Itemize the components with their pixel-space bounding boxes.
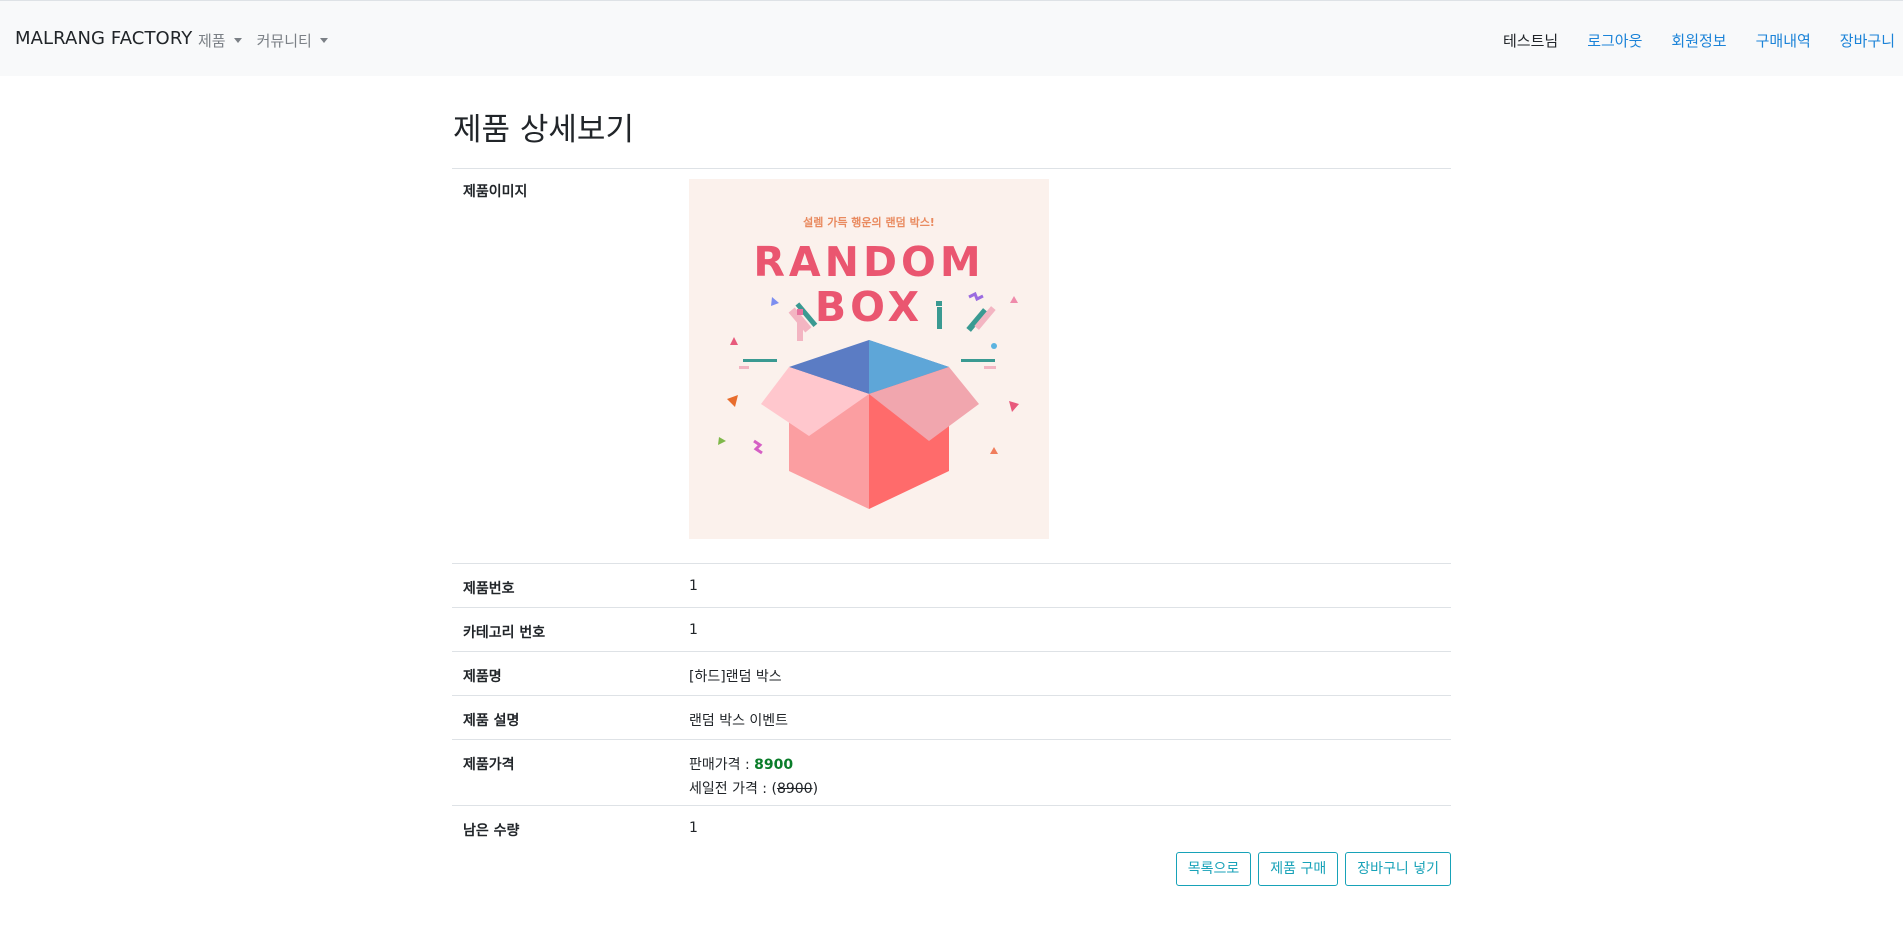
random-box-illustration: 설렘 가득 행운의 랜덤 박스! RANDOM BOX xyxy=(689,179,1049,539)
original-price-label: 세일전 가격 : xyxy=(689,781,768,797)
user-greeting: 테스트님 xyxy=(1502,32,1559,50)
original-price-close: ) xyxy=(812,781,819,797)
page-title: 제품 상세보기 xyxy=(453,112,634,148)
action-buttons: 목록으로 제품 구매 장바구니 넣기 xyxy=(1175,852,1451,886)
member-info-link[interactable]: 회원정보 xyxy=(1671,30,1726,51)
back-to-list-button[interactable]: 목록으로 xyxy=(1175,852,1252,886)
chevron-down-icon xyxy=(319,38,328,43)
table-row: 남은 수량 1 xyxy=(452,805,1451,850)
product-description-value: 랜덤 박스 이벤트 xyxy=(689,695,1451,740)
buy-product-button[interactable]: 제품 구매 xyxy=(1258,852,1339,886)
image-label: 제품이미지 xyxy=(452,168,689,564)
table-row: 제품이미지 설렘 가득 행운의 랜덤 박스! RANDOM BOX xyxy=(452,168,1451,564)
stock-value: 1 xyxy=(689,805,1451,850)
product-number-label: 제품번호 xyxy=(452,563,689,608)
product-price-label: 제품가격 xyxy=(452,739,689,806)
top-navbar: MALRANG FACTORY 제품 커뮤니티 테스트님 로그아웃 회원정보 구… xyxy=(0,0,1903,76)
table-row: 제품가격 판매가격 : 8900 세일전 가격 : (8900) xyxy=(452,739,1451,806)
nav-menus: 제품 커뮤니티 xyxy=(198,30,328,51)
image-title-line1: RANDOM xyxy=(753,238,984,286)
add-to-cart-button[interactable]: 장바구니 넣기 xyxy=(1345,852,1451,886)
sale-price-label: 판매가격 : xyxy=(689,757,750,773)
category-number-label: 카테고리 번호 xyxy=(452,607,689,652)
table-row: 제품명 [하드]랜덤 박스 xyxy=(452,651,1451,696)
image-tagline: 설렘 가득 행운의 랜덤 박스! xyxy=(803,215,935,229)
brand-logo[interactable]: MALRANG FACTORY xyxy=(15,28,192,49)
purchase-history-link[interactable]: 구매내역 xyxy=(1756,30,1811,51)
original-price: 8900 xyxy=(776,781,813,797)
nav-user-links: 테스트님 로그아웃 회원정보 구매내역 장바구니 xyxy=(1503,30,1895,51)
menu-products-label: 제품 xyxy=(198,32,226,50)
stock-label: 남은 수량 xyxy=(452,805,689,850)
product-price-value: 판매가격 : 8900 세일전 가격 : (8900) xyxy=(689,739,1451,806)
product-number-value: 1 xyxy=(689,563,1451,608)
category-number-value: 1 xyxy=(689,607,1451,652)
product-detail-table: 제품이미지 설렘 가득 행운의 랜덤 박스! RANDOM BOX 제품번호 1… xyxy=(452,168,1451,850)
table-row: 제품 설명 랜덤 박스 이벤트 xyxy=(452,695,1451,740)
cart-link[interactable]: 장바구니 xyxy=(1840,30,1895,51)
table-row: 제품번호 1 xyxy=(452,563,1451,608)
chevron-down-icon xyxy=(233,38,242,43)
menu-community[interactable]: 커뮤니티 xyxy=(257,30,328,51)
logout-link[interactable]: 로그아웃 xyxy=(1587,30,1642,51)
image-title-line2: BOX xyxy=(815,283,923,331)
product-name-label: 제품명 xyxy=(452,651,689,696)
table-row: 카테고리 번호 1 xyxy=(452,607,1451,652)
product-image: 설렘 가득 행운의 랜덤 박스! RANDOM BOX xyxy=(689,179,1049,539)
product-description-label: 제품 설명 xyxy=(452,695,689,740)
product-name-value: [하드]랜덤 박스 xyxy=(689,651,1451,696)
menu-community-label: 커뮤니티 xyxy=(256,32,312,50)
menu-products[interactable]: 제품 xyxy=(198,30,242,51)
sale-price: 8900 xyxy=(754,757,794,773)
original-price-line: 세일전 가격 : (8900) xyxy=(689,778,1451,798)
